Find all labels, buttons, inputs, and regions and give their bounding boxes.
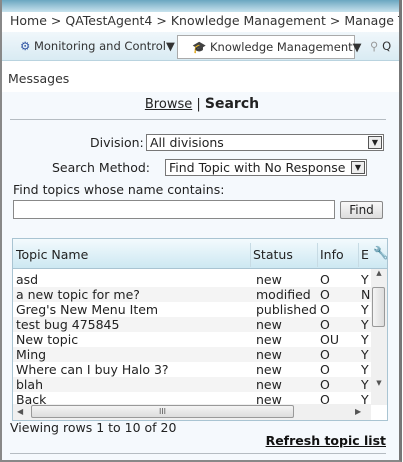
wrench-icon[interactable]: 🔧 — [373, 245, 387, 261]
gear-icon: ⚙ — [20, 39, 31, 53]
cell: Y — [361, 332, 369, 347]
top-bar — [2, 0, 399, 12]
breadcrumb-item[interactable]: Home — [10, 13, 47, 28]
view-tabs: Browse | Search — [2, 96, 399, 112]
table-row[interactable]: Greg's New Menu Item published O Y — [13, 302, 371, 317]
cell: a new topic for me? — [16, 287, 140, 302]
division-label: Division: — [90, 135, 144, 150]
scroll-thumb[interactable]: III — [31, 405, 294, 418]
row-count: Viewing rows 1 to 10 of 20 — [10, 420, 177, 435]
topics-grid: Topic Name Status Info E 🔧 asd new O Ya new… — [12, 238, 388, 421]
grid-header: Topic Name Status Info E 🔧 — [13, 239, 387, 269]
table-row[interactable]: test bug 475845 new O Y — [13, 317, 371, 332]
cell: Y — [361, 362, 369, 377]
nav-label: Knowledge Management▼ — [209, 40, 362, 54]
cell: Y — [361, 317, 369, 332]
divider — [10, 119, 386, 120]
table-row[interactable]: Where can I buy Halo 3? new O Y — [13, 362, 371, 377]
tab-search[interactable]: Search — [205, 96, 259, 112]
cell: new — [256, 362, 282, 377]
nav-q[interactable]: ⚲ Q — [370, 35, 391, 59]
breadcrumb-separator: > — [50, 13, 62, 28]
find-label: Find topics whose name contains: — [13, 182, 225, 197]
cell: O — [320, 347, 330, 362]
table-row[interactable]: a new topic for me? modified O N — [13, 287, 371, 302]
column-status[interactable]: Status — [253, 247, 293, 262]
cell: N — [361, 287, 371, 302]
magnifier-icon: ⚲ — [370, 39, 379, 53]
nav-label: Monitoring and Control▼ — [33, 39, 175, 53]
cell: OU — [320, 332, 339, 347]
cell: published — [256, 302, 317, 317]
column-e[interactable]: E — [361, 247, 369, 262]
table-row[interactable]: New topic new OU Y — [13, 332, 371, 347]
cell: asd — [16, 272, 39, 287]
table-row[interactable]: blah new O Y — [13, 377, 371, 392]
cell: blah — [16, 377, 43, 392]
search-method-value: Find Topic with No Response — [169, 160, 346, 175]
messages-label: Messages — [8, 71, 70, 86]
cell: new — [256, 347, 282, 362]
cell: new — [256, 272, 282, 287]
cell: O — [320, 362, 330, 377]
search-method-select[interactable]: Find Topic with No Response ▼ — [165, 159, 367, 176]
cell: Y — [361, 347, 369, 362]
breadcrumb-item[interactable]: Manage Topics — [344, 13, 399, 28]
division-value: All divisions — [150, 135, 224, 150]
cell: Y — [361, 302, 369, 317]
cell: new — [256, 332, 282, 347]
cell: O — [320, 317, 330, 332]
scroll-thumb[interactable] — [372, 287, 385, 327]
nav-label: Q — [382, 39, 392, 53]
cell: new — [256, 317, 282, 332]
cell: New topic — [16, 332, 79, 347]
vertical-scrollbar[interactable]: ▲ ▼ — [371, 269, 387, 405]
cell: Where can I buy Halo 3? — [16, 362, 169, 377]
breadcrumb: Home > QATestAgent4 > Knowledge Manageme… — [2, 12, 399, 32]
topic-name-input[interactable] — [13, 200, 335, 219]
cell: test bug 475845 — [16, 317, 120, 332]
cell: O — [320, 272, 330, 287]
cell: O — [320, 377, 330, 392]
table-row[interactable]: Ming new O Y — [13, 347, 371, 362]
divider — [10, 453, 386, 454]
search-method-label: Search Method: — [52, 160, 151, 175]
cell: O — [320, 302, 330, 317]
column-topic-name[interactable]: Topic Name — [16, 247, 88, 262]
graduation-cap-icon: 🎓 — [192, 40, 207, 54]
search-panel: Browse | Search Division: All divisions ▼… — [2, 92, 399, 460]
refresh-topic-list-link[interactable]: Refresh topic list — [266, 433, 386, 448]
nav-bar: ⚙ Monitoring and Control▼ 🎓 Knowledge Ma… — [2, 32, 399, 61]
breadcrumb-separator: > — [156, 13, 167, 28]
table-row[interactable]: asd new O Y — [13, 272, 371, 287]
cell: Y — [361, 377, 369, 392]
cell: O — [320, 287, 330, 302]
breadcrumb-item[interactable]: QATestAgent4 — [65, 13, 152, 28]
breadcrumb-item[interactable]: Knowledge Management — [171, 13, 326, 28]
chevron-down-icon: ▼ — [368, 136, 382, 149]
breadcrumb-separator: > — [329, 13, 341, 28]
window-frame: Home > QATestAgent4 > Knowledge Manageme… — [0, 0, 402, 462]
division-select[interactable]: All divisions ▼ — [146, 134, 384, 151]
find-button[interactable]: Find — [340, 201, 383, 219]
cell: modified — [256, 287, 311, 302]
nav-monitoring-and-control[interactable]: ⚙ Monitoring and Control▼ — [20, 35, 175, 59]
column-info[interactable]: Info — [320, 247, 344, 262]
cell: Y — [361, 272, 369, 287]
chevron-down-icon: ▼ — [351, 161, 365, 174]
cell: Greg's New Menu Item — [16, 302, 159, 317]
horizontal-scrollbar[interactable]: ◀ III ▶ — [13, 404, 371, 420]
cell: new — [256, 377, 282, 392]
tab-separator: | — [196, 97, 201, 112]
nav-knowledge-management[interactable]: 🎓 Knowledge Management▼ — [177, 35, 361, 59]
cell: Ming — [16, 347, 47, 362]
tab-browse[interactable]: Browse — [145, 97, 192, 112]
